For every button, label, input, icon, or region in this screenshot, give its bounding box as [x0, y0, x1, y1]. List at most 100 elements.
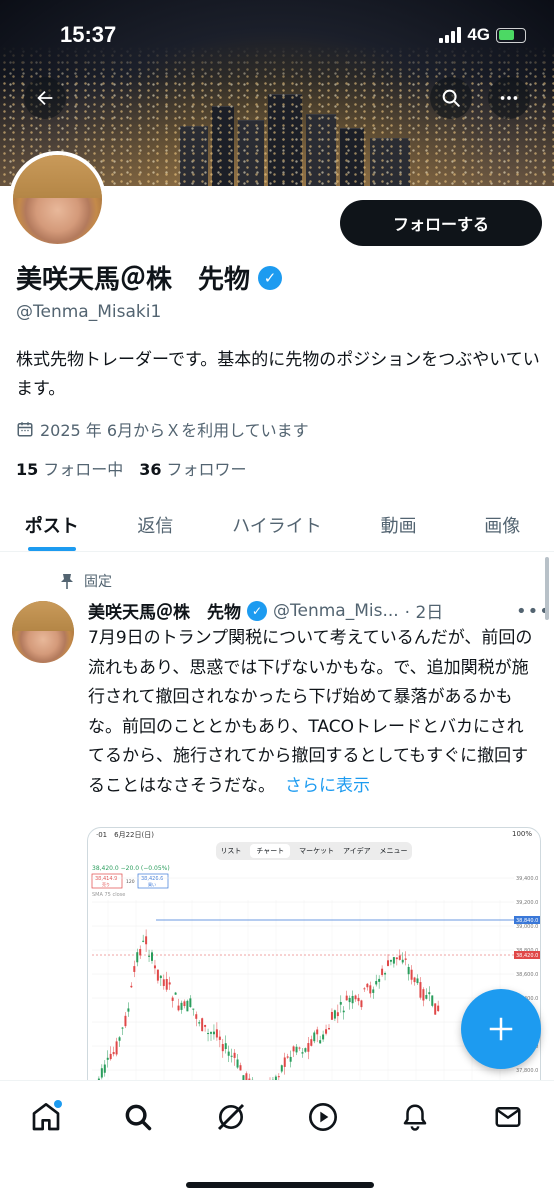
candle-body	[165, 979, 168, 990]
candle-body	[395, 957, 398, 960]
home-indicator	[186, 1182, 374, 1188]
candlestick-chart: 38,420.0 −20.0 (−0.05%) 38,414.9 売り 120 …	[91, 865, 540, 1112]
media-tab-bar: リスト チャート マーケット アイデア メニュー	[216, 842, 412, 860]
candle-body	[130, 985, 133, 988]
candle-body	[127, 1008, 130, 1012]
post-avatar[interactable]	[12, 601, 74, 663]
candle-body	[230, 1055, 233, 1057]
candle-body	[151, 952, 153, 961]
nav-grok[interactable]	[211, 1097, 251, 1137]
price-tick-label: 37,800.0	[516, 1068, 538, 1074]
candle-body	[407, 966, 410, 975]
bell-icon	[404, 1104, 427, 1131]
candle-body	[236, 1059, 239, 1068]
follow-button[interactable]: フォローする	[340, 200, 542, 246]
plus-icon	[489, 1017, 513, 1041]
followers-count: 36	[139, 460, 162, 479]
candle-body	[286, 1056, 289, 1058]
candle-body	[431, 995, 434, 1006]
joined-text: 2025 年 6月からＸを利用しています	[40, 421, 309, 440]
tab-videos[interactable]: 動画	[347, 500, 451, 551]
candle-body	[336, 1012, 339, 1017]
candle-body	[215, 1029, 218, 1038]
post-author-handle[interactable]: @Tenma_Mis...	[273, 601, 399, 621]
back-button[interactable]	[24, 77, 66, 119]
compose-button[interactable]	[461, 989, 541, 1069]
price-axis: 39,400.039,200.039,000.038,800.038,600.0…	[516, 876, 538, 1098]
buy-label: 買い	[148, 882, 156, 887]
nav-messages[interactable]	[488, 1097, 528, 1137]
candle-body	[168, 982, 171, 985]
candle-body	[162, 979, 165, 986]
nav-home[interactable]	[26, 1097, 66, 1137]
profile-handle: @Tenma_Misaki1	[16, 302, 162, 322]
candle-body	[239, 1065, 242, 1071]
candle-body	[156, 969, 159, 981]
candle-body	[192, 1008, 195, 1010]
candle-body	[136, 952, 139, 963]
candle-body	[398, 955, 401, 960]
verified-badge-icon[interactable]: ✓	[258, 265, 283, 290]
tab-highlights[interactable]: ハイライト	[207, 500, 347, 551]
candle-body	[339, 1002, 342, 1005]
show-more-link[interactable]: さらに表示	[285, 776, 370, 796]
candle-body	[313, 1032, 316, 1042]
profile-avatar[interactable]	[9, 151, 106, 248]
candle-body	[201, 1018, 204, 1032]
following-label: フォロー中	[43, 460, 124, 479]
candle-body	[277, 1076, 280, 1078]
candle-body	[301, 1052, 304, 1054]
candle-body	[378, 978, 381, 982]
followers-link[interactable]: 36 フォロワー	[139, 456, 246, 480]
candle-body	[145, 936, 148, 945]
media-status-bar: ·01 6月22日(日) 100%	[88, 828, 540, 839]
status-icons: 4G	[439, 25, 526, 45]
candle-body	[422, 989, 425, 1001]
following-link[interactable]: 15 フォロー中	[16, 456, 123, 480]
candle-body	[307, 1043, 310, 1052]
candle-body	[413, 977, 416, 983]
nav-notifications[interactable]	[395, 1097, 435, 1137]
calendar-icon	[17, 422, 33, 437]
tab-posts[interactable]: ポスト	[0, 500, 104, 551]
candle-body	[100, 1068, 103, 1078]
candle-body	[328, 1028, 330, 1030]
candle-body	[153, 965, 156, 969]
post-author-name[interactable]: 美咲天馬＠株 先物	[88, 598, 241, 623]
grok-icon	[217, 1103, 244, 1131]
candle-body	[298, 1047, 301, 1049]
post-time: · 2日	[404, 603, 444, 623]
avatar-hair	[13, 155, 102, 198]
more-button[interactable]	[488, 77, 530, 119]
candle-body	[174, 992, 177, 995]
arrow-left-icon	[37, 90, 53, 106]
mail-icon	[495, 1107, 521, 1127]
candle-body	[210, 1032, 212, 1034]
candle-body	[198, 1022, 201, 1024]
candle-body	[316, 1029, 319, 1035]
candle-body	[103, 1064, 106, 1073]
candle-body	[159, 975, 162, 979]
candle-body	[428, 992, 431, 995]
candle-body	[283, 1057, 286, 1067]
candle-body	[171, 997, 174, 1001]
price-tick-label: 39,200.0	[516, 900, 538, 906]
candle-body	[384, 973, 387, 975]
price-tick-label: 39,400.0	[516, 876, 538, 882]
candle-body	[148, 955, 151, 957]
scrollbar[interactable]	[545, 557, 549, 620]
tab-images[interactable]: 画像	[450, 500, 554, 551]
tab-replies[interactable]: 返信	[104, 500, 208, 551]
candle-body	[416, 978, 419, 984]
search-button[interactable]	[430, 77, 472, 119]
candle-body	[295, 1046, 298, 1053]
candle-body	[133, 966, 136, 972]
candle-body	[118, 1037, 121, 1041]
price-tick-label: 39,000.0	[516, 924, 538, 930]
verified-badge-icon: ✓	[247, 600, 267, 621]
candle-body	[375, 981, 378, 985]
status-time: 15:37	[60, 22, 117, 47]
nav-video[interactable]	[303, 1097, 343, 1137]
nav-explore[interactable]	[118, 1097, 158, 1137]
joined-date: 2025 年 6月からＸを利用しています	[16, 417, 309, 441]
